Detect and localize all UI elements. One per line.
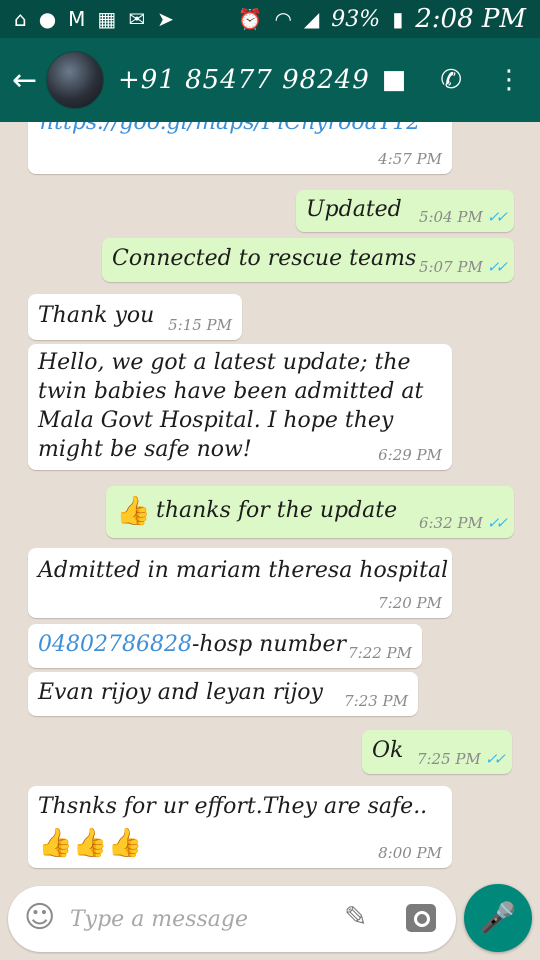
- message-outgoing[interactable]: Ok 7:25 PM ✓✓: [362, 730, 512, 774]
- thumbs-up-emoji: 👍: [116, 494, 151, 527]
- message-text: thanks for the update: [156, 498, 398, 523]
- mail-icon: ✉: [128, 7, 146, 31]
- phone-icon[interactable]: ✆: [440, 65, 462, 95]
- message-input[interactable]: [68, 898, 332, 940]
- message-time: 7:22 PM: [348, 644, 412, 662]
- message-text: -hosp number: [191, 632, 347, 657]
- message-text: Connected to rescue teams: [112, 246, 417, 271]
- message-time: 7:23 PM: [344, 692, 408, 710]
- camera-icon[interactable]: [406, 904, 436, 932]
- thumbs-up-emoji: 👍👍👍: [38, 826, 143, 859]
- message-time: 5:07 PM: [418, 258, 483, 276]
- message-time: 7:25 PM: [416, 750, 481, 768]
- battery-icon: ▮: [392, 7, 404, 31]
- message-time: 7:20 PM: [378, 594, 442, 612]
- message-text: Admitted in mariam theresa hospital: [38, 558, 449, 583]
- back-arrow-icon[interactable]: ←: [12, 63, 42, 98]
- message-time: 8:00 PM: [378, 844, 442, 862]
- android-icon: ⌂: [14, 7, 27, 31]
- message-link[interactable]: https://goo.gl/maps/FiCnyrooaY12: [40, 122, 420, 137]
- message-incoming[interactable]: Admitted in mariam theresa hospital 7:20…: [28, 548, 452, 618]
- message-time: 4:57 PM: [378, 150, 442, 168]
- wifi-icon: ◠: [274, 7, 292, 31]
- message-text: Hello, we got a latest update; the twin …: [38, 350, 424, 462]
- battery-percent: 93%: [331, 6, 381, 32]
- emoji-icon[interactable]: ☺: [24, 900, 55, 935]
- alarm-icon: ⏰: [237, 7, 263, 31]
- message-incoming[interactable]: Thsnks for ur effort.They are safe.. 👍👍👍…: [28, 786, 452, 868]
- message-text: Updated: [306, 197, 402, 222]
- avatar[interactable]: [46, 51, 104, 109]
- attach-icon[interactable]: ✎: [344, 900, 367, 933]
- message-incoming[interactable]: Thank you 5:15 PM: [28, 294, 242, 340]
- notification-icons: ⌂ ● M ▦ ✉ ➤: [14, 9, 174, 29]
- signal-icon: ◢: [303, 7, 320, 31]
- message-outgoing[interactable]: 👍 thanks for the update 6:32 PM ✓✓: [106, 486, 514, 538]
- system-icons: ⏰ ◠ ◢ 93% ▮ 2:08 PM: [238, 4, 526, 34]
- message-incoming[interactable]: 04802786828-hosp number 7:22 PM: [28, 624, 422, 668]
- telegram-icon: ➤: [157, 7, 174, 31]
- status-bar: ⌂ ● M ▦ ✉ ➤ ⏰ ◠ ◢ 93% ▮ 2:08 PM: [0, 0, 540, 38]
- mic-button[interactable]: 🎤: [464, 884, 532, 952]
- read-ticks-icon: ✓✓: [484, 750, 506, 768]
- mic-icon: 🎤: [479, 900, 517, 936]
- calendar-icon: ▦: [97, 7, 117, 31]
- whatsapp-icon: ●: [38, 7, 57, 31]
- message-time: 5:04 PM: [418, 208, 483, 226]
- video-call-icon[interactable]: ■: [382, 65, 407, 95]
- more-vert-icon[interactable]: ⋮: [496, 65, 522, 95]
- read-ticks-icon: ✓✓: [486, 514, 508, 532]
- compose-bar: ☺ ✎: [8, 886, 456, 952]
- message-time: 6:32 PM: [418, 514, 483, 532]
- message-incoming[interactable]: Hello, we got a latest update; the twin …: [28, 344, 452, 470]
- message-outgoing[interactable]: Connected to rescue teams 5:07 PM ✓✓: [102, 238, 514, 282]
- message-text: Ok: [372, 738, 404, 763]
- clock: 2:08 PM: [415, 4, 526, 34]
- message-text: Thank you: [38, 303, 155, 328]
- chat-header: ← +91 85477 98249 ■ ✆ ⋮: [0, 38, 540, 122]
- message-list: https://goo.gl/maps/FiCnyrooaY12 4:57 PM…: [0, 122, 540, 882]
- message-time: 6:29 PM: [378, 446, 442, 464]
- read-ticks-icon: ✓✓: [486, 208, 508, 226]
- message-incoming[interactable]: https://goo.gl/maps/FiCnyrooaY12 4:57 PM: [28, 122, 452, 174]
- phone-number-link[interactable]: 04802786828: [38, 632, 192, 657]
- message-incoming[interactable]: Evan rijoy and leyan rijoy 7:23 PM: [28, 672, 418, 716]
- message-outgoing[interactable]: Updated 5:04 PM ✓✓: [296, 190, 514, 232]
- message-text: Evan rijoy and leyan rijoy: [38, 680, 323, 705]
- gmail-icon: M: [68, 7, 86, 31]
- contact-name[interactable]: +91 85477 98249: [118, 65, 382, 95]
- read-ticks-icon: ✓✓: [486, 258, 508, 276]
- message-time: 5:15 PM: [168, 316, 232, 334]
- message-text: Thsnks for ur effort.They are safe..: [38, 794, 428, 819]
